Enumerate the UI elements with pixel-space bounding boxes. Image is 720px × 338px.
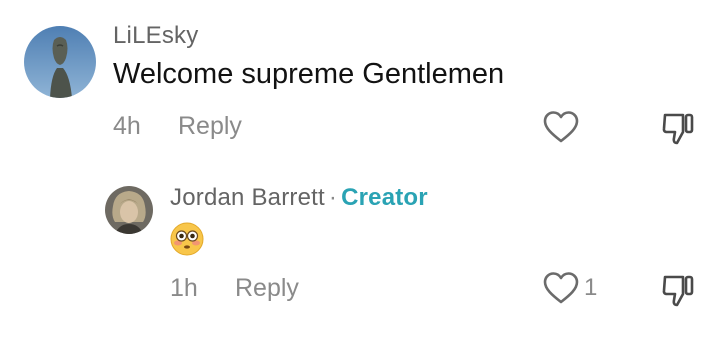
like-count: 1 (584, 274, 598, 301)
like-button[interactable]: 1 (542, 271, 597, 305)
flushed-face-emoji (170, 222, 204, 256)
comment-username[interactable]: LiLEsky (113, 22, 198, 50)
comment-timestamp: 1h (170, 274, 198, 302)
thumbs-down-icon (662, 113, 694, 145)
dislike-button[interactable] (660, 272, 696, 313)
comment-item: LiLEsky Welcome supreme Gentlemen 4h Rep… (0, 0, 720, 170)
heart-outline-icon (543, 272, 579, 304)
dislike-button[interactable] (660, 110, 696, 151)
comment-text: Welcome supreme Gentlemen (113, 58, 505, 90)
avatar[interactable] (24, 26, 96, 98)
reply-button[interactable]: Reply (178, 112, 242, 141)
heart-outline-icon (543, 111, 579, 143)
avatar[interactable] (105, 186, 153, 234)
statue-avatar-image (24, 26, 96, 98)
comment-timestamp: 4h (113, 112, 141, 140)
comment-username: Jordan Barrett · Creator (170, 184, 428, 212)
username-text[interactable]: Jordan Barrett (170, 184, 325, 211)
reply-button[interactable]: Reply (235, 274, 299, 303)
separator-dot: · (328, 184, 338, 211)
flushed-face-icon (170, 222, 204, 256)
thumbs-down-icon (662, 275, 694, 307)
reply-comment-item: Jordan Barrett · Creator 1h Reply 1 (0, 170, 720, 338)
creator-badge: Creator (341, 184, 428, 211)
like-button[interactable] (542, 110, 580, 144)
portrait-avatar-image (105, 186, 153, 234)
